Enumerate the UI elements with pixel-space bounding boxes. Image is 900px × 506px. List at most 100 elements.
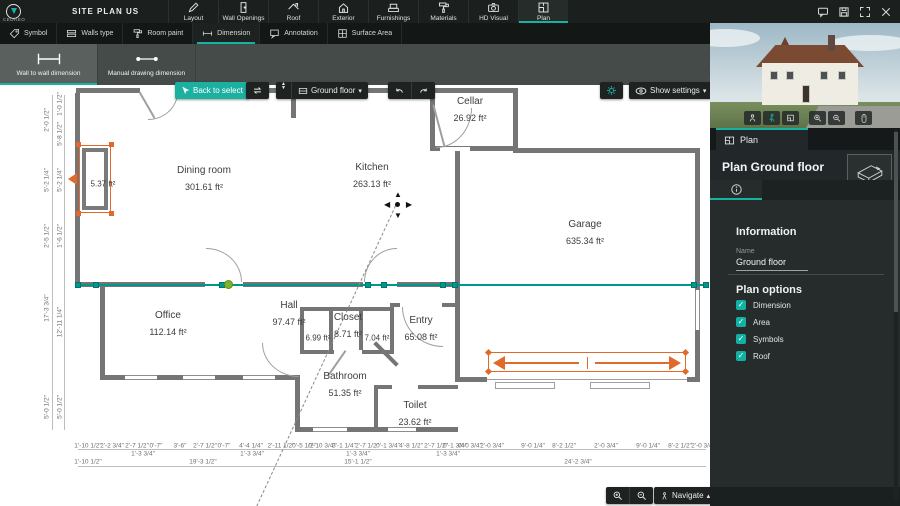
tab-information[interactable]	[710, 180, 762, 200]
dimension-text: 2'-0 3/4"	[691, 442, 710, 450]
swap-floor-button[interactable]	[246, 82, 269, 99]
app-window: CEDREO SITE PLAN US Layout Wall Openings…	[0, 0, 900, 506]
tab-hd-visual[interactable]: HD Visual	[468, 0, 518, 23]
3d-preview[interactable]	[710, 23, 900, 128]
dimension-node-active[interactable]	[224, 280, 233, 289]
dimension-node[interactable]	[381, 282, 387, 288]
floor-stepper[interactable]: ▲ ▼	[276, 82, 291, 99]
dimension-node[interactable]	[440, 282, 446, 288]
zoom-out-button[interactable]	[630, 487, 653, 504]
zoom-in-button[interactable]	[606, 487, 629, 504]
walkthrough-icon[interactable]	[763, 111, 780, 125]
mouse-icon[interactable]	[855, 111, 872, 125]
tool-annotation[interactable]: Annotation	[260, 23, 328, 44]
tool-symbol[interactable]: Symbol	[0, 23, 58, 44]
dimension-text: 4'-8 1/2"	[399, 442, 423, 450]
tool-room-paint[interactable]: Room paint	[123, 23, 194, 44]
floor-plan-canvas[interactable]: ▲ ▼ ◀ ▶ 5.37 ft² Dining room 301.61 ft² …	[0, 85, 710, 506]
dimension-line	[78, 466, 706, 467]
back-to-select-button[interactable]: Back to select	[175, 82, 249, 99]
option-label: Area	[753, 317, 770, 327]
name-label: Name	[736, 248, 755, 255]
garage-door-selected[interactable]	[484, 348, 690, 376]
dimension-node[interactable]	[703, 282, 709, 288]
room-label-office: Office 112.14 ft²	[149, 310, 186, 337]
room-name: Cellar	[456, 96, 484, 107]
flip-handle-icon[interactable]	[68, 173, 77, 185]
tab-wall-openings[interactable]: Wall Openings	[218, 0, 268, 23]
tab-plan[interactable]: Plan	[716, 128, 808, 150]
wall-to-wall-dimension-line[interactable]	[75, 284, 707, 286]
dimension-text: 9'-0 1/4"	[636, 442, 660, 450]
wall-opening	[243, 375, 275, 380]
zoom-out-icon[interactable]	[828, 111, 845, 125]
checkbox-roof[interactable]: ✓	[736, 351, 746, 361]
tool-options-panel: Wall to wall dimension Manual drawing di…	[0, 44, 710, 85]
tool-label: Symbol	[24, 30, 48, 37]
panel-subtab-row	[710, 180, 900, 200]
room-name: Dining room	[177, 165, 231, 176]
information-heading: Information	[736, 226, 797, 238]
redo-button[interactable]	[412, 82, 435, 99]
info-icon	[730, 183, 743, 196]
tab-plan[interactable]: Plan	[518, 0, 568, 23]
feedback-icon[interactable]	[817, 6, 829, 18]
manual-drawing-dimension-label: Manual drawing dimension	[107, 70, 186, 77]
fullscreen-icon[interactable]	[859, 6, 871, 18]
zoom-in-icon[interactable]	[809, 111, 826, 125]
dimension-text: 1'-3 3/4"	[346, 450, 370, 458]
wall-opening	[440, 147, 470, 151]
document-title: SITE PLAN US	[72, 7, 140, 16]
tab-furnishings[interactable]: Furnishings	[368, 0, 418, 23]
plan-view-icon[interactable]	[782, 111, 799, 125]
show-settings-dropdown[interactable]: Show settings ▾	[629, 82, 713, 99]
floor-selector[interactable]: ▲ ▼ Ground floor ▾	[276, 82, 368, 99]
option-label: Symbols	[753, 334, 784, 344]
name-input[interactable]: Ground floor	[736, 257, 808, 271]
tab-label: Roof	[286, 15, 301, 22]
room-area: 51.35 ft²	[328, 388, 362, 398]
dimension-node[interactable]	[75, 282, 81, 288]
wall-segment	[100, 287, 105, 379]
dimension-node[interactable]	[365, 282, 371, 288]
dimension-node[interactable]	[691, 282, 697, 288]
plan-option-dimension: ✓ Dimension	[736, 300, 791, 310]
pencil-icon	[187, 1, 200, 14]
eye-icon	[635, 86, 647, 96]
wall-segment	[430, 88, 518, 93]
orbit-view-icon[interactable]	[744, 111, 761, 125]
checkbox-area[interactable]: ✓	[736, 317, 746, 327]
checkbox-symbols[interactable]: ✓	[736, 334, 746, 344]
room-label-dining-room: Dining room 301.61 ft²	[177, 165, 231, 192]
navigate-dropdown[interactable]: Navigate ▴	[654, 487, 717, 504]
manual-drawing-dimension-icon	[131, 52, 163, 66]
tool-surface-area[interactable]: Surface Area	[328, 23, 403, 44]
wall-to-wall-dimension-label: Wall to wall dimension	[16, 70, 81, 77]
close-icon[interactable]	[880, 6, 892, 18]
tab-roof[interactable]: Roof	[268, 0, 318, 23]
tool-dimension[interactable]: Dimension	[193, 23, 261, 44]
dimension-text: 0'-0 3/4"	[458, 442, 482, 450]
scrollbar-thumb[interactable]	[894, 132, 898, 312]
tab-label: Wall Openings	[222, 15, 265, 22]
chevron-down-icon: ▾	[702, 87, 707, 95]
show-settings-label: Show settings	[650, 86, 700, 95]
tab-layout[interactable]: Layout	[168, 0, 218, 23]
tab-label: Plan	[536, 15, 550, 22]
dimension-text: 5'-8 1/2"	[56, 122, 64, 146]
navigate-label: Navigate	[672, 491, 704, 500]
save-icon[interactable]	[838, 6, 850, 18]
manual-drawing-dimension-button[interactable]: Manual drawing dimension	[98, 44, 196, 85]
tool-walls-type[interactable]: Walls type	[57, 23, 124, 44]
settings-button[interactable]	[600, 82, 623, 99]
tab-exterior[interactable]: Exterior	[318, 0, 368, 23]
dimension-node[interactable]	[93, 282, 99, 288]
plan-option-area: ✓ Area	[736, 317, 791, 327]
tab-materials[interactable]: Materials	[418, 0, 468, 23]
dimension-text: 0'-7"	[149, 442, 163, 450]
checkbox-dimension[interactable]: ✓	[736, 300, 746, 310]
wall-to-wall-dimension-button[interactable]: Wall to wall dimension	[0, 44, 98, 85]
wall-opening	[313, 427, 347, 432]
undo-button[interactable]	[388, 82, 411, 99]
dimension-node[interactable]	[452, 282, 458, 288]
